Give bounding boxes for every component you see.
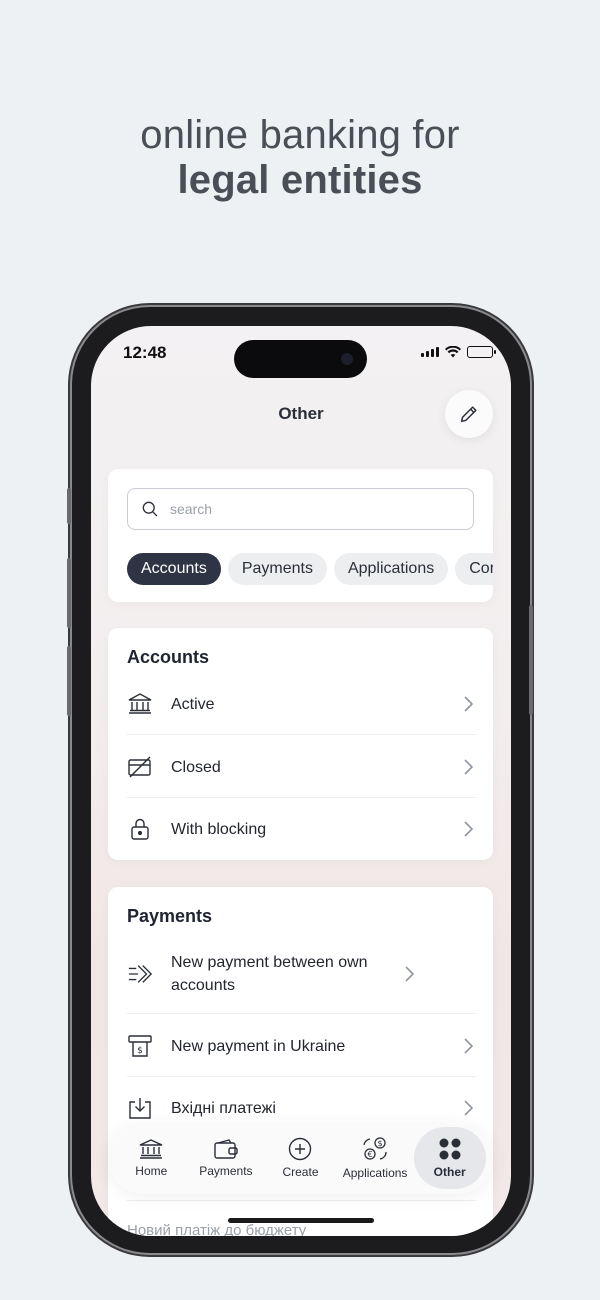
tab-label: Create — [282, 1165, 319, 1179]
headline-line2: legal entities — [177, 158, 423, 202]
payments-item-own-accounts[interactable]: New payment between own accounts — [127, 950, 476, 998]
status-icons — [421, 346, 496, 358]
grid-icon — [439, 1138, 461, 1160]
promo-headline: online banking for legal entities — [0, 112, 600, 202]
search-input[interactable]: search — [127, 488, 474, 530]
payments-title: Payments — [127, 906, 213, 926]
tab-other[interactable]: Other — [413, 1127, 486, 1189]
bottom-tab-bar: Home Payments Create $ € Applications Oth… — [108, 1122, 493, 1194]
phone-button — [67, 558, 71, 628]
chevron-right-icon — [460, 759, 476, 775]
incoming-icon — [127, 1095, 153, 1121]
accounts-item-label: Active — [171, 695, 215, 713]
divider — [127, 1076, 476, 1077]
tab-label: Payments — [199, 1164, 253, 1178]
chip-accounts[interactable]: Accounts — [127, 553, 221, 585]
tab-payments[interactable]: Payments — [190, 1127, 262, 1189]
divider — [127, 1013, 476, 1014]
tab-label: Applications — [342, 1166, 408, 1180]
payments-item-label: New payment between own accounts — [171, 954, 368, 994]
transfer-icon — [127, 961, 153, 987]
tab-applications[interactable]: $ € Applications — [339, 1127, 411, 1189]
chevron-right-icon — [401, 966, 417, 982]
payments-item-peek: Новий платіж до бюджету — [127, 1222, 307, 1236]
tab-label: Other — [433, 1165, 466, 1179]
currency-exchange-icon: $€ — [363, 1137, 387, 1160]
dynamic-island — [234, 340, 367, 378]
payments-item-label: Вхідні платежі — [171, 1099, 276, 1117]
chevron-right-icon — [460, 1100, 476, 1116]
signal-icon — [421, 347, 439, 357]
search-placeholder: search — [170, 501, 213, 517]
wallet-icon — [214, 1139, 238, 1159]
accounts-section: Accounts Active Closed With blocking — [108, 628, 493, 860]
phone-screen: 12:48 Other search Accounts Payments Appli… — [91, 326, 511, 1236]
search-icon — [142, 501, 158, 517]
plus-circle-icon — [289, 1137, 312, 1161]
filter-chips: Accounts Payments Applications Cor — [127, 553, 493, 585]
payment-order-icon: $ — [127, 1033, 153, 1059]
payments-item-ukraine[interactable]: $ New payment in Ukraine — [127, 1031, 476, 1061]
tab-home[interactable]: Home — [115, 1127, 187, 1189]
accounts-item-with-blocking[interactable]: With blocking — [127, 814, 476, 844]
phone-button — [529, 605, 533, 715]
chip-payments[interactable]: Payments — [227, 553, 327, 585]
edit-button[interactable] — [445, 390, 493, 438]
phone-button — [67, 488, 71, 524]
tab-create[interactable]: Create — [264, 1127, 336, 1189]
status-time: 12:48 — [123, 343, 167, 362]
chevron-right-icon — [460, 1038, 476, 1054]
divider — [127, 1200, 476, 1201]
divider — [127, 797, 476, 798]
pencil-icon — [460, 406, 477, 423]
home-indicator[interactable] — [228, 1218, 374, 1223]
chip-applications[interactable]: Applications — [333, 553, 449, 585]
bank-icon — [140, 1139, 163, 1159]
wifi-icon — [445, 346, 461, 358]
payments-item-incoming[interactable]: Вхідні платежі — [127, 1093, 476, 1123]
accounts-item-closed[interactable]: Closed — [127, 752, 476, 782]
battery-icon — [467, 346, 496, 358]
accounts-item-label: With blocking — [171, 820, 267, 838]
chevron-right-icon — [460, 696, 476, 712]
lock-icon — [127, 816, 153, 842]
accounts-item-active[interactable]: Active — [127, 689, 476, 719]
tab-label: Home — [135, 1164, 168, 1178]
card-closed-icon — [127, 754, 153, 780]
payments-item-label: New payment in Ukraine — [171, 1037, 346, 1055]
divider — [127, 734, 476, 735]
svg-text:€: € — [368, 1150, 373, 1159]
search-card: search Accounts Payments Applications Cor — [108, 469, 493, 602]
headline-line1: online banking for — [140, 113, 460, 157]
phone-button — [67, 646, 71, 716]
bank-icon — [127, 691, 153, 717]
accounts-item-label: Closed — [171, 758, 221, 776]
chip-cor[interactable]: Cor — [455, 553, 493, 585]
chevron-right-icon — [460, 821, 476, 837]
accounts-title: Accounts — [127, 647, 210, 667]
svg-text:$: $ — [378, 1139, 383, 1148]
svg-text:$: $ — [137, 1046, 143, 1056]
